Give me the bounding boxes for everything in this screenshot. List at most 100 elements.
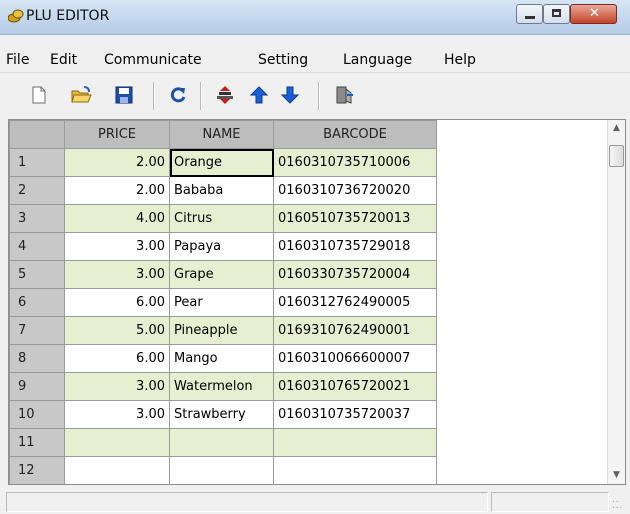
name-cell[interactable]: Pear xyxy=(169,288,274,317)
close-button[interactable]: ✕ xyxy=(570,4,617,24)
window-title: PLU EDITOR xyxy=(26,8,110,24)
row-number-cell[interactable]: 12 xyxy=(9,456,65,484)
barcode-cell[interactable]: 0160310735720037 xyxy=(273,400,437,429)
table-row: 6 6.00 Pear 0160312762490005 xyxy=(9,288,437,317)
minimize-button[interactable] xyxy=(516,4,543,24)
barcode-cell[interactable] xyxy=(273,428,437,457)
menu-file[interactable]: File xyxy=(6,52,29,68)
price-cell[interactable] xyxy=(64,428,170,457)
name-cell[interactable]: Watermelon xyxy=(169,372,274,401)
row-number-cell[interactable]: 11 xyxy=(9,428,65,457)
barcode-cell[interactable]: 0160310765720021 xyxy=(273,372,437,401)
menu-setting[interactable]: Setting xyxy=(258,52,308,68)
menu-edit[interactable]: Edit xyxy=(50,52,77,68)
barcode-cell[interactable]: 0160312762490005 xyxy=(273,288,437,317)
table-row: 5 3.00 Grape 0160330735720004 xyxy=(9,260,437,289)
plu-grid-area[interactable]: PRICE NAME BARCODE 1 2.00 Orange 0160310735… xyxy=(8,119,626,485)
table-row: 7 5.00 Pineapple 0169310762490001 xyxy=(9,316,437,345)
row-number-cell[interactable]: 4 xyxy=(9,232,65,261)
column-header-barcode[interactable]: BARCODE xyxy=(273,120,437,149)
price-cell[interactable]: 2.00 xyxy=(64,176,170,205)
name-cell[interactable]: Strawberry xyxy=(169,400,274,429)
barcode-cell[interactable]: 0160310735710006 xyxy=(273,148,437,177)
status-pane-secondary xyxy=(491,492,609,512)
price-cell[interactable]: 5.00 xyxy=(64,316,170,345)
menu-language[interactable]: Language xyxy=(343,52,412,68)
table-row: 8 6.00 Mango 0160310066600007 xyxy=(9,344,437,373)
toolbar xyxy=(0,72,630,117)
barcode-cell[interactable]: 0169310762490001 xyxy=(273,316,437,345)
arrow-down-icon[interactable] xyxy=(279,84,301,106)
row-number-cell[interactable]: 10 xyxy=(9,400,65,429)
app-icon xyxy=(8,9,24,23)
refresh-icon[interactable] xyxy=(167,84,189,106)
table-row: 3 4.00 Citrus 0160510735720013 xyxy=(9,204,437,233)
resize-grip-icon[interactable]: . .. . . xyxy=(612,496,624,511)
price-cell[interactable]: 4.00 xyxy=(64,204,170,233)
table-row: 2 2.00 Bababa 0160310736720020 xyxy=(9,176,437,205)
toolbar-separator xyxy=(153,82,155,110)
new-file-icon[interactable] xyxy=(28,84,50,106)
transfer-icon[interactable] xyxy=(214,84,236,106)
menu-communicate[interactable]: Communicate xyxy=(104,52,202,68)
name-cell[interactable]: Bababa xyxy=(169,176,274,205)
price-cell[interactable] xyxy=(64,456,170,484)
save-disk-icon[interactable] xyxy=(113,84,135,106)
barcode-cell[interactable]: 0160310735729018 xyxy=(273,232,437,261)
toolbar-separator xyxy=(200,82,202,110)
column-header-name[interactable]: NAME xyxy=(169,120,274,149)
row-number-cell[interactable]: 6 xyxy=(9,288,65,317)
name-cell[interactable]: Pineapple xyxy=(169,316,274,345)
table-row: 1 2.00 Orange 0160310735710006 xyxy=(9,148,437,177)
name-cell[interactable] xyxy=(169,456,274,484)
name-cell[interactable]: Papaya xyxy=(169,232,274,261)
name-cell[interactable]: Grape xyxy=(169,260,274,289)
price-cell[interactable]: 3.00 xyxy=(64,260,170,289)
price-cell[interactable]: 2.00 xyxy=(64,148,170,177)
price-cell[interactable]: 3.00 xyxy=(64,232,170,261)
name-cell[interactable]: Citrus xyxy=(169,204,274,233)
row-number-cell[interactable]: 5 xyxy=(9,260,65,289)
corner-cell[interactable] xyxy=(9,120,65,149)
open-folder-icon[interactable] xyxy=(70,84,92,106)
price-cell[interactable]: 3.00 xyxy=(64,400,170,429)
price-cell[interactable]: 6.00 xyxy=(64,344,170,373)
table-row: 10 3.00 Strawberry 0160310735720037 xyxy=(9,400,437,429)
plu-editor-window: PLU EDITOR ✕ File Edit Communicate Setti… xyxy=(0,0,630,514)
close-icon: ✕ xyxy=(589,6,600,21)
row-number-cell[interactable]: 1 xyxy=(9,148,65,177)
exit-icon[interactable] xyxy=(333,84,355,106)
barcode-cell[interactable] xyxy=(273,456,437,484)
row-number-cell[interactable]: 2 xyxy=(9,176,65,205)
name-cell[interactable]: Mango xyxy=(169,344,274,373)
plu-table: PRICE NAME BARCODE 1 2.00 Orange 0160310735… xyxy=(9,120,437,484)
scrollbar-thumb[interactable] xyxy=(609,145,624,167)
menu-bar xyxy=(0,35,630,71)
minimize-icon xyxy=(525,16,535,19)
status-pane-main xyxy=(6,492,488,512)
barcode-cell[interactable]: 0160330735720004 xyxy=(273,260,437,289)
menu-help[interactable]: Help xyxy=(444,52,476,68)
vertical-scrollbar[interactable]: ▲ ▼ xyxy=(607,120,625,484)
barcode-cell[interactable]: 0160310736720020 xyxy=(273,176,437,205)
table-row: 9 3.00 Watermelon 0160310765720021 xyxy=(9,372,437,401)
row-number-cell[interactable]: 9 xyxy=(9,372,65,401)
row-number-cell[interactable]: 8 xyxy=(9,344,65,373)
arrow-up-icon[interactable] xyxy=(248,84,270,106)
table-header-row: PRICE NAME BARCODE xyxy=(9,120,437,149)
scroll-up-arrow-icon[interactable]: ▲ xyxy=(608,120,625,137)
maximize-button[interactable] xyxy=(543,4,570,24)
column-header-price[interactable]: PRICE xyxy=(64,120,170,149)
barcode-cell[interactable]: 0160310066600007 xyxy=(273,344,437,373)
table-row: 12 xyxy=(9,456,437,484)
table-row: 11 xyxy=(9,428,437,457)
row-number-cell[interactable]: 7 xyxy=(9,316,65,345)
scroll-down-arrow-icon[interactable]: ▼ xyxy=(608,467,625,484)
name-cell[interactable] xyxy=(169,428,274,457)
row-number-cell[interactable]: 3 xyxy=(9,204,65,233)
name-cell[interactable]: Orange xyxy=(169,148,274,177)
price-cell[interactable]: 3.00 xyxy=(64,372,170,401)
maximize-icon xyxy=(552,9,561,17)
barcode-cell[interactable]: 0160510735720013 xyxy=(273,204,437,233)
price-cell[interactable]: 6.00 xyxy=(64,288,170,317)
